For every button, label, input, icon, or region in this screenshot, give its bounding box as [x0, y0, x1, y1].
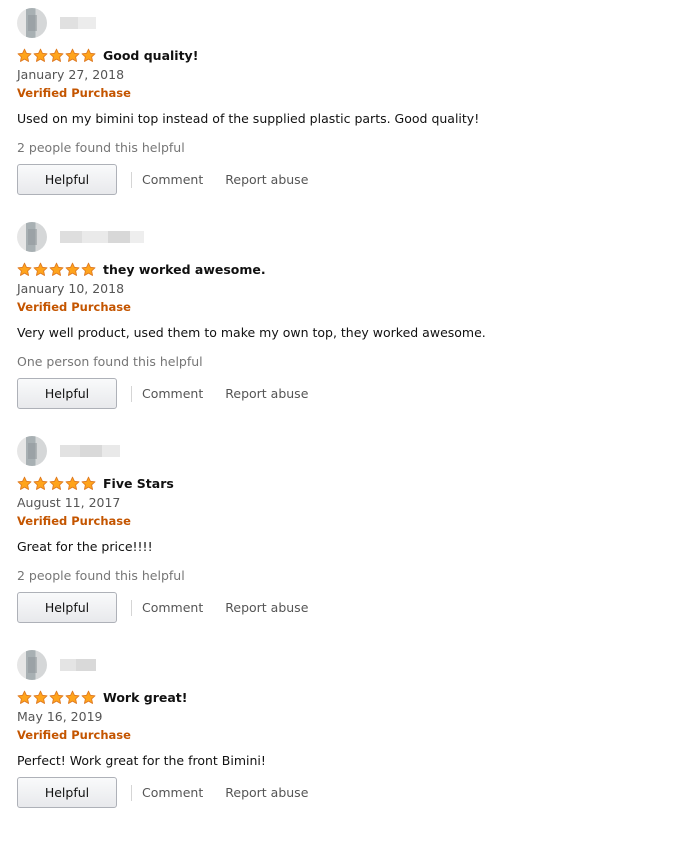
comment-link[interactable]: Comment: [142, 172, 203, 187]
review-actions: Helpful Comment Report abuse: [17, 592, 308, 623]
report-abuse-link[interactable]: Report abuse: [225, 386, 308, 401]
star-rating[interactable]: [17, 262, 96, 277]
review-body: Very well product, used them to make my …: [17, 325, 486, 340]
review-title[interactable]: they worked awesome.: [103, 262, 266, 277]
divider: [131, 385, 132, 402]
avatar[interactable]: [17, 650, 47, 680]
review-actions: Helpful Comment Report abuse: [17, 164, 308, 195]
review-card: they worked awesome. January 10, 2018 Ve…: [17, 222, 657, 432]
star-icon: [65, 690, 80, 704]
star-icon: [65, 48, 80, 62]
rating-line: Work great!: [17, 688, 187, 706]
star-icon: [17, 476, 32, 490]
comment-link[interactable]: Comment: [142, 785, 203, 800]
report-abuse-link[interactable]: Report abuse: [225, 600, 308, 615]
verified-purchase-badge[interactable]: Verified Purchase: [17, 86, 131, 100]
star-icon: [17, 690, 32, 704]
star-icon: [17, 48, 32, 62]
star-icon: [81, 262, 96, 276]
helpful-count: One person found this helpful: [17, 354, 203, 369]
rating-line: Good quality!: [17, 46, 198, 64]
star-icon: [49, 262, 64, 276]
star-icon: [49, 476, 64, 490]
review-card: Five Stars August 11, 2017 Verified Purc…: [17, 436, 657, 646]
review-date: January 10, 2018: [17, 281, 125, 296]
reviewer-name-blurred[interactable]: [60, 445, 120, 457]
helpful-button[interactable]: Helpful: [17, 777, 117, 808]
verified-purchase-badge[interactable]: Verified Purchase: [17, 300, 131, 314]
review-title[interactable]: Five Stars: [103, 476, 174, 491]
review-date: January 27, 2018: [17, 67, 125, 82]
star-icon: [81, 48, 96, 62]
star-icon: [17, 262, 32, 276]
review-title[interactable]: Work great!: [103, 690, 187, 705]
reviewer-name-blurred[interactable]: [60, 659, 96, 671]
avatar[interactable]: [17, 8, 47, 38]
star-icon: [33, 48, 48, 62]
star-icon: [65, 262, 80, 276]
verified-purchase-badge[interactable]: Verified Purchase: [17, 514, 131, 528]
star-rating[interactable]: [17, 476, 96, 491]
reviewer-name-blurred[interactable]: [60, 231, 144, 243]
verified-purchase-badge[interactable]: Verified Purchase: [17, 728, 131, 742]
star-icon: [81, 690, 96, 704]
review-title[interactable]: Good quality!: [103, 48, 198, 63]
review-card: Work great! May 16, 2019 Verified Purcha…: [17, 650, 657, 860]
star-rating[interactable]: [17, 48, 96, 63]
report-abuse-link[interactable]: Report abuse: [225, 172, 308, 187]
reviewer-name-blurred[interactable]: [60, 17, 96, 29]
review-actions: Helpful Comment Report abuse: [17, 378, 308, 409]
review-body: Used on my bimini top instead of the sup…: [17, 111, 480, 126]
review-date: May 16, 2019: [17, 709, 103, 724]
helpful-button[interactable]: Helpful: [17, 592, 117, 623]
review-body: Great for the price!!!!: [17, 539, 153, 554]
star-rating[interactable]: [17, 690, 96, 705]
divider: [131, 784, 132, 801]
divider: [131, 171, 132, 188]
star-icon: [65, 476, 80, 490]
report-abuse-link[interactable]: Report abuse: [225, 785, 308, 800]
helpful-button[interactable]: Helpful: [17, 378, 117, 409]
rating-line: they worked awesome.: [17, 260, 266, 278]
avatar[interactable]: [17, 222, 47, 252]
helpful-button[interactable]: Helpful: [17, 164, 117, 195]
star-icon: [49, 48, 64, 62]
helpful-count: 2 people found this helpful: [17, 568, 185, 583]
star-icon: [33, 690, 48, 704]
review-actions: Helpful Comment Report abuse: [17, 777, 308, 808]
review-card: Good quality! January 27, 2018 Verified …: [17, 8, 657, 218]
star-icon: [33, 476, 48, 490]
rating-line: Five Stars: [17, 474, 174, 492]
star-icon: [81, 476, 96, 490]
star-icon: [49, 690, 64, 704]
review-body: Perfect! Work great for the front Bimini…: [17, 753, 266, 768]
divider: [131, 599, 132, 616]
review-date: August 11, 2017: [17, 495, 121, 510]
star-icon: [33, 262, 48, 276]
avatar[interactable]: [17, 436, 47, 466]
comment-link[interactable]: Comment: [142, 386, 203, 401]
helpful-count: 2 people found this helpful: [17, 140, 185, 155]
comment-link[interactable]: Comment: [142, 600, 203, 615]
